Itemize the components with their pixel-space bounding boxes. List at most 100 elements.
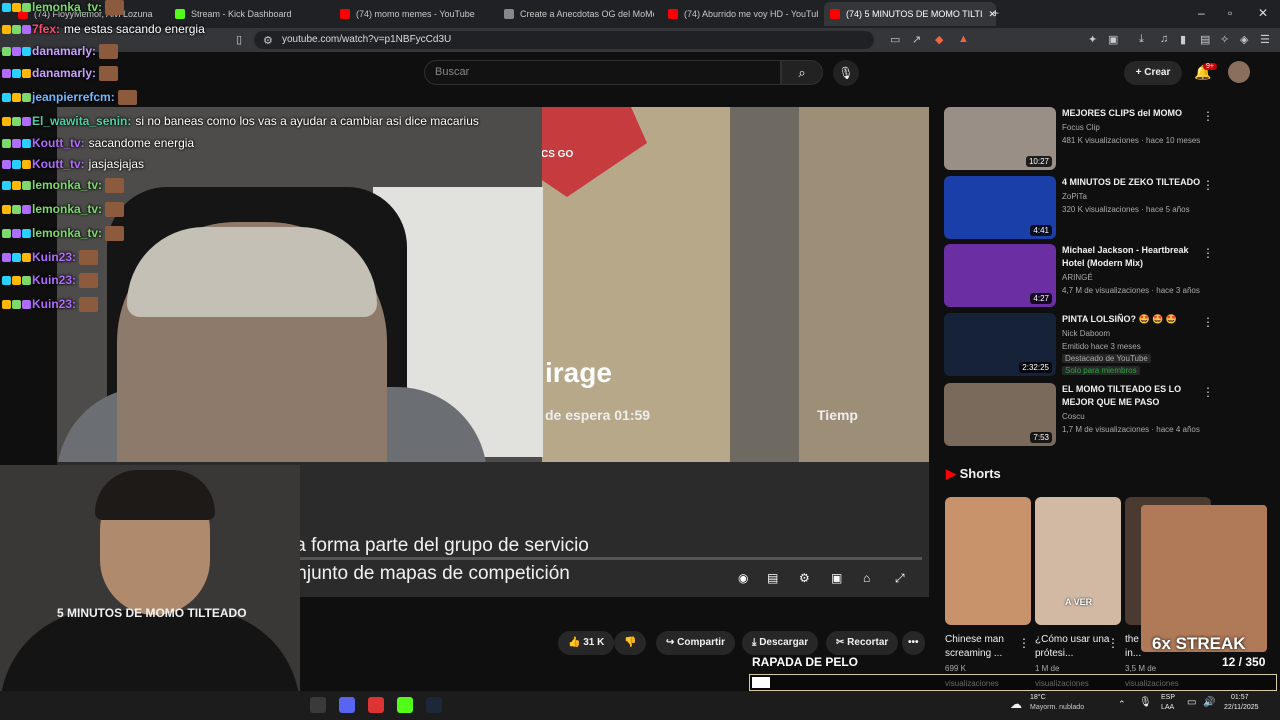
chat-badge-icon [2, 300, 11, 310]
video-thumbnail[interactable]: 2:32:25 [944, 313, 1056, 376]
more-actions-button[interactable]: ••• [902, 631, 925, 655]
autoplay-toggle-icon[interactable]: ◉ [738, 571, 748, 585]
discord-icon[interactable] [339, 697, 355, 713]
new-tab-button[interactable]: + [992, 6, 999, 20]
share-label: Compartir [677, 637, 725, 648]
more-options-icon[interactable]: ⋮ [1107, 636, 1119, 650]
app-icon[interactable] [310, 697, 326, 713]
recommended-video[interactable]: 2:32:25 PINTA LOLSIÑO? 🤩 🤩 🤩 Nick Daboom… [944, 313, 1234, 377]
wallet-icon[interactable]: ▤ [1200, 33, 1210, 46]
fullscreen-icon[interactable]: ⤢ [895, 571, 905, 586]
recommended-video[interactable]: 4:27 Michael Jackson - Heartbreak Hotel … [944, 244, 1234, 308]
brave-shield-icon[interactable]: ◆ [935, 33, 943, 46]
vpn-icon[interactable]: ◈ [1240, 33, 1248, 46]
chat-username: lemonka_tv: [32, 202, 103, 216]
channel-name[interactable]: ARINGÉ [1062, 273, 1093, 282]
menu-icon[interactable]: ☰ [1260, 33, 1270, 46]
video-title[interactable]: MEJORES CLIPS del MOMO [1062, 107, 1202, 120]
share-button[interactable]: ↪ Compartir [656, 631, 735, 655]
voice-search-button[interactable]: 🎙 [833, 60, 859, 86]
steam-icon[interactable] [426, 697, 442, 713]
weather-icon[interactable]: ☁ [1010, 697, 1022, 711]
url-field[interactable]: youtube.com/watch?v=p1NBFycCd3U [254, 31, 874, 49]
chevron-up-icon[interactable]: ⌃ [1118, 699, 1126, 710]
dislike-button[interactable]: 👎 [614, 631, 647, 655]
more-options-icon[interactable]: ⋮ [1202, 178, 1214, 192]
clock-date[interactable]: 22/11/2025 [1224, 704, 1259, 711]
search-button[interactable]: ⌕ [781, 60, 823, 85]
clock-time[interactable]: 01:57 [1231, 694, 1249, 701]
short-thumbnail[interactable]: A VER [1035, 497, 1121, 625]
chat-badge-icon [22, 25, 31, 35]
tab-3[interactable]: (74) momo memes - YouTube [340, 2, 490, 26]
clip-button[interactable]: ✂ Recortar [826, 631, 899, 655]
settings-gear-icon[interactable]: ⚙ [799, 571, 810, 585]
obs-icon[interactable] [368, 697, 384, 713]
weather-desc[interactable]: Mayorm. nublado [1030, 704, 1084, 711]
short-title[interactable]: Chinese man screaming ... [945, 633, 1023, 661]
keyboard-layout-indicator[interactable]: LAA [1161, 704, 1174, 711]
chat-emote-icon [105, 178, 125, 194]
video-thumbnail[interactable]: 7:53 [944, 383, 1056, 446]
more-options-icon[interactable]: ⋮ [1018, 636, 1030, 650]
site-info-icon[interactable]: ⚙ [263, 34, 273, 47]
recommended-video[interactable]: 4:41 4 MINUTOS DE ZEKO TILTEADO ZoPiTa 3… [944, 176, 1234, 240]
miniplayer-icon[interactable]: ▣ [831, 571, 842, 585]
media-icon[interactable]: ♫ [1160, 33, 1168, 45]
tab-active[interactable]: (74) 5 MINUTOS DE MOMO TILTI ✕ [824, 2, 996, 26]
chat-badge-icon [12, 253, 21, 263]
screenshot-icon[interactable]: ▣ [1108, 33, 1118, 46]
share-page-icon[interactable]: ↗ [912, 33, 921, 46]
download-button[interactable]: ⤓ Descargar [742, 631, 819, 655]
search-input[interactable]: Buscar [424, 60, 781, 85]
kick-icon[interactable] [397, 697, 413, 713]
network-icon[interactable]: ▭ [1187, 697, 1196, 708]
chat-badge-icon [12, 160, 21, 170]
maximize-icon[interactable]: ▫ [1228, 6, 1232, 20]
chat-emote-icon [105, 0, 125, 16]
recommended-video[interactable]: 10:27 MEJORES CLIPS del MOMO Focus Clip … [944, 107, 1234, 171]
more-options-icon[interactable]: ⋮ [1202, 109, 1214, 123]
volume-icon[interactable]: 🔊 [1203, 697, 1215, 708]
more-options-icon[interactable]: ⋮ [1202, 385, 1214, 399]
minimize-icon[interactable]: – [1198, 6, 1205, 20]
like-button[interactable]: 👍 31 K [558, 631, 615, 655]
leo-icon[interactable]: ✧ [1220, 33, 1229, 46]
sidebar-toggle-icon[interactable]: ▮ [1180, 33, 1186, 46]
language-indicator[interactable]: ESP [1161, 694, 1175, 701]
extensions-icon[interactable]: ✦ [1088, 33, 1097, 46]
rewards-icon[interactable]: ▲ [958, 33, 969, 45]
short-views: 699 K [945, 664, 966, 673]
bookmark-icon[interactable]: ▯ [236, 33, 242, 46]
account-avatar[interactable] [1228, 61, 1250, 83]
tab-label: (74) momo memes - YouTube [356, 9, 475, 19]
create-button[interactable]: + Crear [1124, 61, 1182, 85]
cast-icon[interactable]: ⌂ [863, 571, 870, 585]
microphone-icon[interactable]: 🎙 [1139, 697, 1152, 708]
short-title[interactable]: ¿Cómo usar una prótesi... [1035, 633, 1113, 661]
video-thumbnail[interactable]: 10:27 [944, 107, 1056, 170]
channel-name[interactable]: Focus Clip [1062, 123, 1100, 132]
video-thumbnail[interactable]: 4:41 [944, 176, 1056, 239]
recommended-video[interactable]: 7:53 EL MOMO TILTEADO ES LO MEJOR QUE ME… [944, 383, 1234, 447]
video-thumbnail[interactable]: 4:27 [944, 244, 1056, 307]
video-title[interactable]: 4 MINUTOS DE ZEKO TILTEADO [1062, 176, 1202, 189]
channel-name[interactable]: ZoPiTa [1062, 192, 1087, 201]
create-label: Crear [1144, 67, 1171, 78]
short-thumbnail[interactable] [945, 497, 1031, 625]
more-options-icon[interactable]: ⋮ [1202, 315, 1214, 329]
subtitles-icon[interactable]: ▤ [767, 571, 778, 585]
more-dots-icon: ••• [908, 637, 919, 648]
channel-name[interactable]: Nick Daboom [1062, 329, 1110, 338]
install-icon[interactable]: ▭ [890, 33, 900, 46]
tab-4[interactable]: Create a Anecdotas OG del MoMo T [504, 2, 654, 26]
download-icon[interactable]: ⤓ [1139, 33, 1144, 46]
tab-5[interactable]: (74) Aburrido me voy HD - YouTube [668, 2, 818, 26]
weather-temp[interactable]: 18°C [1030, 694, 1046, 701]
close-window-icon[interactable]: ✕ [1258, 6, 1268, 20]
channel-name[interactable]: Coscu [1062, 412, 1085, 421]
video-title[interactable]: Michael Jackson - Heartbreak Hotel (Mode… [1062, 244, 1202, 270]
video-title[interactable]: PINTA LOLSIÑO? 🤩 🤩 🤩 [1062, 313, 1202, 326]
more-options-icon[interactable]: ⋮ [1202, 246, 1214, 260]
video-title[interactable]: EL MOMO TILTEADO ES LO MEJOR QUE ME PASO [1062, 383, 1202, 409]
